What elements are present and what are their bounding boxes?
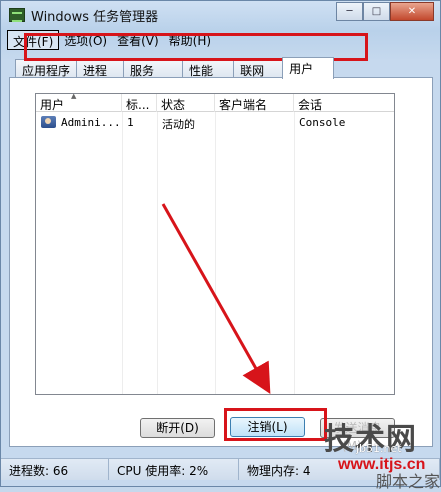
column-id[interactable]: 标... — [122, 94, 157, 112]
tab-applications[interactable]: 应用程序 — [15, 59, 78, 78]
tab-networking[interactable]: 联网 — [233, 59, 284, 78]
menu-file[interactable]: 文件(F) — [7, 30, 60, 50]
users-panel: 用户 ▲ 标... 状态 客户端名 会话 Admini... 1 活动的 Con… — [9, 77, 433, 453]
column-divider — [215, 112, 216, 394]
cell-session: Console — [299, 116, 346, 129]
column-user-label: 用户 — [40, 98, 65, 112]
column-divider — [294, 112, 295, 394]
task-manager-icon — [9, 8, 25, 22]
menu-options[interactable]: 选项(O) — [59, 30, 112, 50]
maximize-button[interactable]: □ — [363, 2, 390, 21]
list-item[interactable]: Admini... 1 活动的 Console — [37, 115, 394, 131]
task-manager-window: Windows 任务管理器 ─ □ ✕ 文件(F) 选项(O) 查看(V) 帮助… — [0, 0, 441, 491]
tab-users[interactable]: 用户 — [282, 57, 335, 79]
list-header: 用户 ▲ 标... 状态 客户端名 会话 — [36, 92, 396, 112]
title-bar[interactable]: Windows 任务管理器 ─ □ ✕ — [1, 1, 440, 29]
close-button[interactable]: ✕ — [390, 2, 434, 21]
tab-strip: 应用程序 进程 服务 性能 联网 用户 — [15, 57, 335, 79]
sort-ascending-icon: ▲ — [71, 92, 77, 100]
column-session[interactable]: 会话 — [294, 94, 396, 112]
status-processes: 进程数: 66 — [1, 459, 109, 480]
minimize-button[interactable]: ─ — [336, 2, 363, 21]
cell-status: 活动的 — [162, 118, 195, 131]
tab-processes[interactable]: 进程 — [76, 59, 125, 78]
status-memory: 物理内存: 4 — [239, 459, 440, 480]
cell-id: 1 — [127, 116, 134, 129]
send-message-button[interactable]: 发送消息(M)... — [320, 418, 395, 453]
column-divider — [122, 112, 123, 394]
window-controls: ─ □ ✕ — [336, 2, 434, 21]
tab-services[interactable]: 服务 — [123, 59, 184, 78]
column-status[interactable]: 状态 — [157, 94, 215, 112]
user-icon — [41, 116, 56, 128]
menu-bar: 文件(F) 选项(O) 查看(V) 帮助(H) — [7, 30, 434, 50]
status-bar: 进程数: 66 CPU 使用率: 2% 物理内存: 4 — [1, 458, 440, 480]
tab-performance[interactable]: 性能 — [182, 59, 235, 78]
users-list[interactable]: 用户 ▲ 标... 状态 客户端名 会话 Admini... 1 活动的 Con… — [35, 92, 396, 395]
column-client-name[interactable]: 客户端名 — [215, 94, 294, 112]
column-user[interactable]: 用户 ▲ — [36, 92, 122, 112]
status-cpu: CPU 使用率: 2% — [109, 459, 239, 480]
menu-help[interactable]: 帮助(H) — [164, 30, 216, 50]
cell-user: Admini... — [61, 116, 121, 129]
column-divider — [157, 112, 158, 394]
window-title: Windows 任务管理器 — [31, 10, 159, 25]
menu-view[interactable]: 查看(V) — [112, 30, 164, 50]
disconnect-button[interactable]: 断开(D) — [140, 418, 215, 438]
logoff-button[interactable]: 注销(L) — [230, 417, 305, 437]
